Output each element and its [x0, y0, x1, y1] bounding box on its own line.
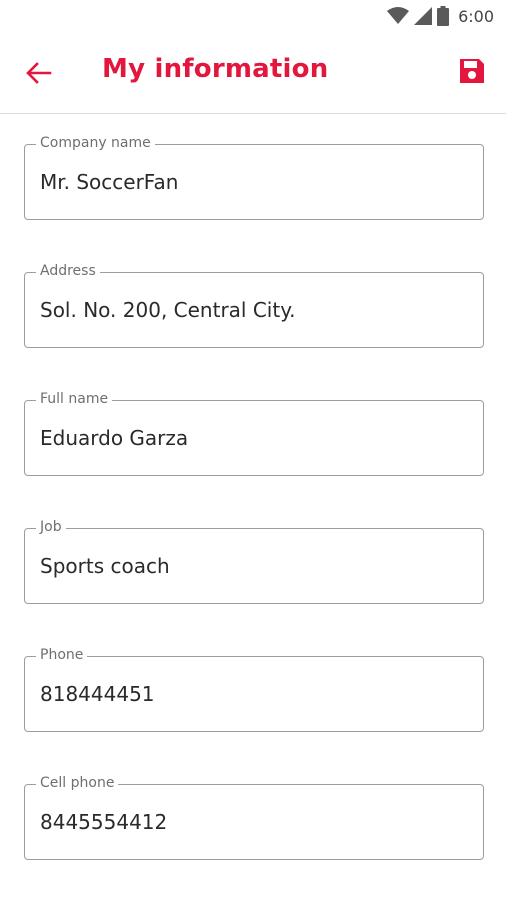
wifi-icon — [387, 7, 410, 25]
company-name-label: Company name — [36, 134, 155, 152]
cell-phone-label: Cell phone — [36, 774, 119, 792]
full-name-field[interactable]: Full name Eduardo Garza — [24, 390, 484, 476]
back-button[interactable] — [20, 56, 58, 94]
floppy-disk-icon — [458, 57, 486, 89]
page-title: My information — [102, 54, 329, 84]
status-bar: 6:00 — [0, 0, 506, 34]
company-name-field[interactable]: Company name Mr. SoccerFan — [24, 134, 484, 220]
phone-label: Phone — [36, 646, 88, 664]
job-label: Job — [36, 518, 66, 536]
battery-icon — [437, 6, 450, 26]
signal-icon — [414, 7, 433, 25]
save-button[interactable] — [454, 54, 490, 92]
job-field[interactable]: Job Sports coach — [24, 518, 484, 604]
status-icons: 6:00 — [387, 6, 494, 26]
full-name-label: Full name — [36, 390, 113, 408]
company-name-input[interactable]: Mr. SoccerFan — [40, 168, 178, 196]
address-input[interactable]: Sol. No. 200, Central City. — [40, 296, 296, 324]
cell-phone-field[interactable]: Cell phone 8445554412 — [24, 774, 484, 860]
app-bar: My information — [0, 34, 506, 114]
cell-phone-input[interactable]: 8445554412 — [40, 808, 167, 836]
address-field[interactable]: Address Sol. No. 200, Central City. — [24, 262, 484, 348]
status-time: 6:00 — [458, 6, 494, 26]
address-label: Address — [36, 262, 100, 280]
full-name-input[interactable]: Eduardo Garza — [40, 424, 188, 452]
phone-input[interactable]: 818444451 — [40, 680, 155, 708]
phone-field[interactable]: Phone 818444451 — [24, 646, 484, 732]
job-input[interactable]: Sports coach — [40, 552, 170, 580]
arrow-left-icon — [26, 62, 52, 88]
